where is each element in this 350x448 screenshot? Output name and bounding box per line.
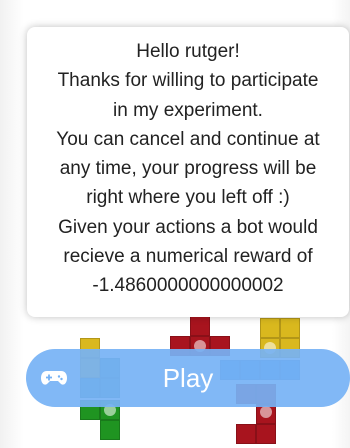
greeting-line: in my experiment.	[113, 99, 263, 121]
tetromino-block-red	[236, 424, 256, 444]
greeting-line: Thanks for willing to participate	[57, 70, 319, 92]
reward-value: -1.4860000000000002	[92, 275, 284, 297]
welcome-dialog: Hello rutger! Thanks for willing to part…	[27, 27, 349, 317]
greeting-line: Given your actions a bot would	[58, 216, 318, 238]
play-button[interactable]: Play	[26, 349, 350, 407]
greeting-line: recieve a numerical reward of	[63, 246, 313, 268]
tetromino-block-yellow	[260, 318, 280, 338]
tetromino-block-yellow	[280, 318, 300, 338]
play-label: Play	[162, 363, 214, 393]
tetromino-block-green	[100, 420, 120, 440]
greeting-line: You can cancel and continue at	[56, 128, 320, 150]
tetromino-block-red	[256, 424, 276, 444]
greeting-line: any time, your progress will be	[59, 158, 317, 180]
tetromino-block-red	[190, 316, 210, 336]
tetromino-highlight	[260, 406, 272, 418]
greeting-line: right where you left off :)	[86, 187, 290, 209]
greeting-line: Hello rutger!	[136, 41, 240, 62]
